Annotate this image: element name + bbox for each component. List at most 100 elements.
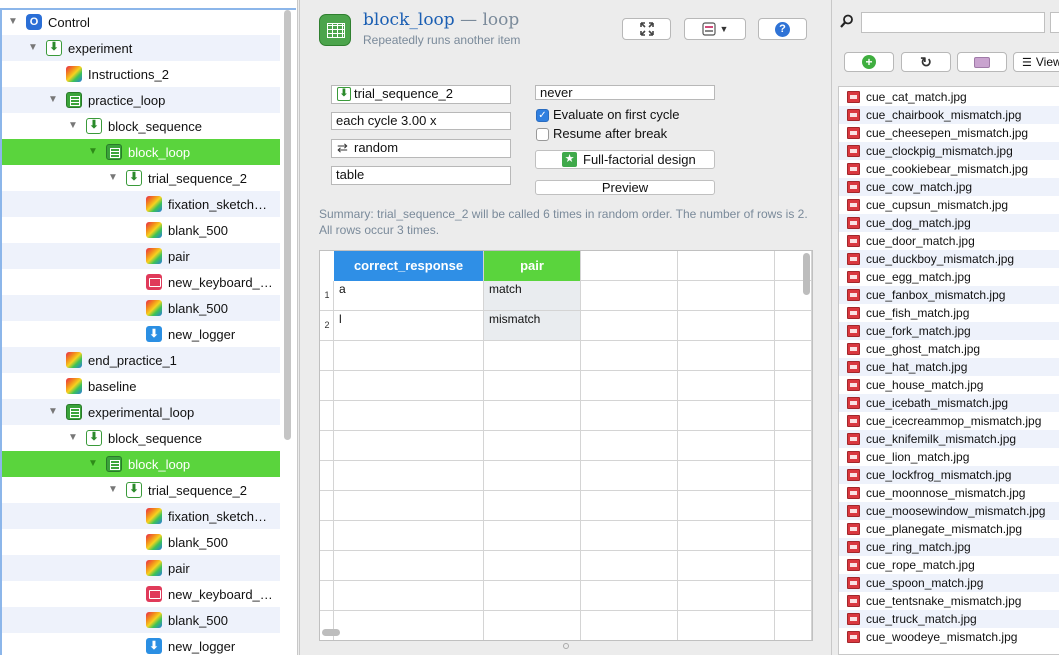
tree-item[interactable]: baseline: [2, 373, 280, 399]
row-header[interactable]: [320, 371, 334, 401]
table-cell[interactable]: [581, 311, 678, 341]
expand-arrow-icon[interactable]: ▼: [68, 433, 78, 443]
file-item[interactable]: cue_dog_match.jpg: [839, 214, 1059, 232]
tree-item[interactable]: pair: [2, 243, 280, 269]
file-item[interactable]: cue_ring_match.jpg: [839, 538, 1059, 556]
table-cell[interactable]: [678, 611, 775, 640]
table-cell[interactable]: a: [334, 281, 484, 311]
file-item[interactable]: cue_tentsnake_mismatch.jpg: [839, 592, 1059, 610]
row-header[interactable]: [320, 521, 334, 551]
row-header[interactable]: [320, 611, 334, 640]
file-item[interactable]: cue_cupsun_mismatch.jpg: [839, 196, 1059, 214]
table-cell[interactable]: [334, 461, 484, 491]
resume-checkbox[interactable]: [536, 128, 549, 141]
source-select[interactable]: table: [331, 166, 511, 185]
maximize-button[interactable]: [622, 18, 671, 40]
file-item[interactable]: cue_hat_match.jpg: [839, 358, 1059, 376]
table-cell[interactable]: [334, 581, 484, 611]
file-item[interactable]: cue_icebath_mismatch.jpg: [839, 394, 1059, 412]
table-cell[interactable]: [334, 431, 484, 461]
file-item[interactable]: cue_moonnose_mismatch.jpg: [839, 484, 1059, 502]
tree-item[interactable]: new_keyboard_…: [2, 581, 280, 607]
file-item[interactable]: cue_knifemilk_mismatch.jpg: [839, 430, 1059, 448]
tree-item[interactable]: ▼ ⬇ trial_sequence_2: [2, 165, 280, 191]
tree-item[interactable]: ▼ experimental_loop: [2, 399, 280, 425]
table-cell[interactable]: [775, 431, 812, 461]
break-if-field[interactable]: never: [535, 85, 715, 100]
table-cell[interactable]: [334, 551, 484, 581]
expand-arrow-icon[interactable]: ▼: [88, 147, 98, 157]
tree-item[interactable]: Instructions_2: [2, 61, 280, 87]
table-cell[interactable]: [581, 551, 678, 581]
table-cell[interactable]: [678, 551, 775, 581]
table-cell[interactable]: [678, 491, 775, 521]
row-header[interactable]: [320, 491, 334, 521]
row-header[interactable]: [320, 581, 334, 611]
file-item[interactable]: cue_cheesepen_mismatch.jpg: [839, 124, 1059, 142]
table-cell[interactable]: match: [484, 281, 581, 311]
empty-column-header[interactable]: [678, 251, 775, 281]
expand-arrow-icon[interactable]: ▼: [108, 485, 118, 495]
tree-item[interactable]: ▼ ⬇ block_sequence: [2, 425, 280, 451]
tree-item[interactable]: ▼ ⬇ trial_sequence_2: [2, 477, 280, 503]
evaluate-first-checkbox[interactable]: ✓: [536, 109, 549, 122]
item-name[interactable]: block_loop: [363, 10, 455, 30]
table-cell[interactable]: [775, 371, 812, 401]
table-cell[interactable]: [581, 401, 678, 431]
file-item[interactable]: cue_fanbox_mismatch.jpg: [839, 286, 1059, 304]
expand-arrow-icon[interactable]: ▼: [88, 459, 98, 469]
table-cell[interactable]: [775, 551, 812, 581]
item-title[interactable]: block_loop — loop: [363, 10, 519, 30]
tree-item[interactable]: ⬇ new_logger: [2, 633, 280, 655]
table-cell[interactable]: [581, 371, 678, 401]
view-button[interactable]: ☰ View: [1013, 52, 1059, 72]
table-cell[interactable]: [484, 551, 581, 581]
tree-item[interactable]: ▼ block_loop: [2, 139, 280, 165]
search-input[interactable]: [861, 12, 1045, 33]
file-item[interactable]: cue_clockpig_mismatch.jpg: [839, 142, 1059, 160]
table-cell[interactable]: [775, 521, 812, 551]
table-cell[interactable]: [581, 281, 678, 311]
column-header[interactable]: correct_response: [334, 251, 484, 281]
column-header[interactable]: pair: [484, 251, 581, 281]
table-cell[interactable]: [581, 491, 678, 521]
table-cell[interactable]: [581, 341, 678, 371]
file-item[interactable]: cue_spoon_match.jpg: [839, 574, 1059, 592]
table-cell[interactable]: [581, 521, 678, 551]
table-cell[interactable]: [334, 341, 484, 371]
file-item[interactable]: cue_rope_match.jpg: [839, 556, 1059, 574]
file-item[interactable]: cue_cat_match.jpg: [839, 88, 1059, 106]
expand-arrow-icon[interactable]: ▼: [48, 407, 58, 417]
table-cell[interactable]: [334, 371, 484, 401]
table-cell[interactable]: [775, 311, 812, 341]
table-cell[interactable]: [678, 431, 775, 461]
tree-item[interactable]: new_keyboard_…: [2, 269, 280, 295]
tree-item[interactable]: blank_500: [2, 607, 280, 633]
file-item[interactable]: cue_duckboy_mismatch.jpg: [839, 250, 1059, 268]
table-cell[interactable]: [678, 521, 775, 551]
file-item[interactable]: cue_lion_match.jpg: [839, 448, 1059, 466]
repeat-field[interactable]: each cycle 3.00 x: [331, 112, 511, 130]
table-cell[interactable]: [581, 431, 678, 461]
file-item[interactable]: cue_cookiebear_mismatch.jpg: [839, 160, 1059, 178]
table-cell[interactable]: mismatch: [484, 311, 581, 341]
expand-arrow-icon[interactable]: ▼: [68, 121, 78, 131]
tree-scrollbar[interactable]: [284, 10, 291, 440]
evaluate-first-label[interactable]: Evaluate on first cycle: [553, 107, 679, 122]
tree-item[interactable]: fixation_sketch…: [2, 191, 280, 217]
expand-arrow-icon[interactable]: ▼: [108, 173, 118, 183]
order-select[interactable]: ⇄ random: [331, 139, 511, 158]
table-cell[interactable]: [678, 371, 775, 401]
table-cell[interactable]: l: [334, 311, 484, 341]
table-cell[interactable]: [334, 611, 484, 640]
full-factorial-button[interactable]: ★ Full-factorial design: [535, 150, 715, 169]
tree-item[interactable]: ⬇ new_logger: [2, 321, 280, 347]
expand-arrow-icon[interactable]: ▼: [28, 43, 38, 53]
tree-item[interactable]: ▼ ⬇ experiment: [2, 35, 280, 61]
table-cell[interactable]: [678, 581, 775, 611]
table-cell[interactable]: [334, 491, 484, 521]
table-cell[interactable]: [334, 401, 484, 431]
file-item[interactable]: cue_egg_match.jpg: [839, 268, 1059, 286]
file-item[interactable]: cue_moosewindow_mismatch.jpg: [839, 502, 1059, 520]
tree-item[interactable]: ▼ block_loop: [2, 451, 280, 477]
